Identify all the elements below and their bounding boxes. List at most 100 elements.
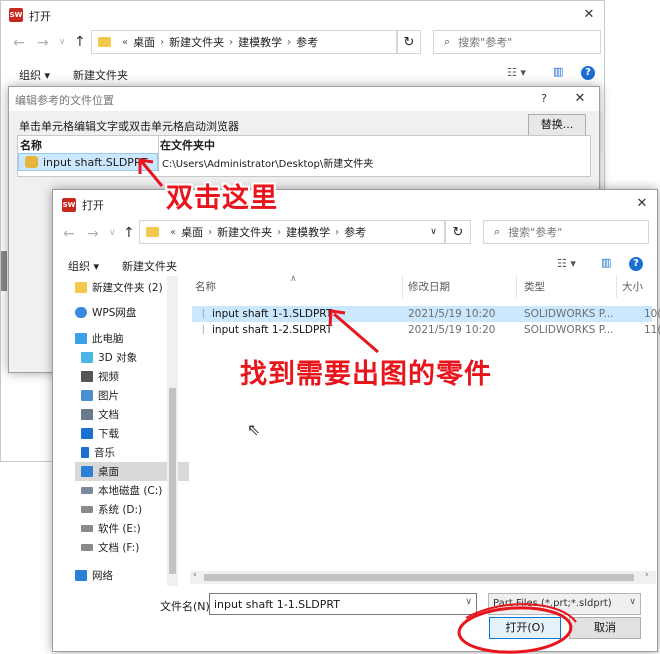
file-list-hscrollbar[interactable]: ‹ › <box>190 570 656 584</box>
mouse-cursor-icon: ⇖ <box>247 420 261 439</box>
file-name: input shaft 1-2.SLDPRT <box>212 324 333 336</box>
help-icon[interactable]: ? <box>581 66 595 80</box>
breadcrumb-separator-icon[interactable]: › <box>208 227 212 238</box>
front-new-folder-button[interactable]: 新建文件夹 <box>122 258 177 274</box>
back-refresh-button[interactable]: ↻ <box>397 30 421 54</box>
back-organize-menu[interactable]: 组织 ▾ <box>19 67 50 83</box>
column-header-name[interactable]: 名称 <box>195 276 216 298</box>
close-icon[interactable]: ✕ <box>574 1 604 29</box>
scroll-left-chevron-icon[interactable]: ‹ <box>193 570 197 580</box>
preview-pane-icon[interactable]: ▥ <box>601 256 611 269</box>
file-name: input shaft 1-1.SLDPRT <box>212 308 333 320</box>
filename-input[interactable]: input shaft 1-1.SLDPRT ∨ <box>209 593 477 615</box>
view-options-icon[interactable]: ☷ ▾ <box>507 66 526 79</box>
chevron-down-icon[interactable]: ∨ <box>629 597 636 607</box>
replace-button[interactable]: 替换... <box>528 114 586 136</box>
breadcrumb-item[interactable]: 建模教学 <box>286 224 330 240</box>
column-divider <box>516 276 517 298</box>
breadcrumb-item[interactable]: 新建文件夹 <box>217 224 272 240</box>
nav-item-label: 图片 <box>98 390 119 402</box>
breadcrumb-item[interactable]: 桌面 <box>133 34 155 50</box>
ref-col-header-folder: 在文件夹中 <box>160 139 215 152</box>
drive-icon <box>81 544 93 551</box>
scroll-thumb[interactable] <box>204 574 634 581</box>
breadcrumb-item[interactable]: 参考 <box>296 34 318 50</box>
back-search-input[interactable]: ⌕ 搜索"参考" <box>433 30 601 54</box>
column-header-type[interactable]: 类型 <box>524 276 545 298</box>
ref-dialog-title: 编辑参考的文件位置 <box>15 94 114 107</box>
breadcrumb-item[interactable]: 建模教学 <box>238 34 282 50</box>
part-file-icon: ᛁ <box>200 324 207 336</box>
front-search-input[interactable]: ⌕ 搜索"参考" <box>483 220 649 244</box>
file-row[interactable]: ᛁ input shaft 1-1.SLDPRT 2021/5/19 10:20… <box>192 306 660 322</box>
nav-item-label: 文档 (F:) <box>98 542 140 554</box>
annotation-double-click: 双击这里 <box>166 183 278 214</box>
back-address-bar[interactable]: « 桌面 › 新建文件夹 › 建模教学 › 参考 <box>91 30 397 54</box>
nav-item-label: 新建文件夹 (2) <box>92 282 163 294</box>
forward-arrow-icon[interactable]: → <box>37 35 49 51</box>
open-button[interactable]: 打开(O) <box>489 617 561 639</box>
filetype-select[interactable]: Part Files (*.prt;*.sldprt) ∨ <box>488 593 641 615</box>
nav-item-label: 本地磁盘 (C:) <box>98 485 163 497</box>
column-divider <box>616 276 617 298</box>
ref-row-folder-cell[interactable]: C:\Users\Administrator\Desktop\新建文件夹 <box>162 155 373 170</box>
nav-item-label: 音乐 <box>94 447 115 459</box>
breadcrumb-separator-icon[interactable]: › <box>287 37 291 48</box>
up-arrow-icon[interactable]: ↑ <box>74 34 86 50</box>
breadcrumb-separator-icon[interactable]: › <box>335 227 339 238</box>
close-icon[interactable]: ✕ <box>565 87 595 111</box>
breadcrumb-separator-icon[interactable]: › <box>277 227 281 238</box>
breadcrumb-separator-icon[interactable]: › <box>160 37 164 48</box>
file-date: 2021/5/19 10:20 <box>408 324 496 336</box>
back-left-scroll-stub <box>1 251 7 291</box>
overflow-chevron-icon[interactable]: « <box>122 37 128 48</box>
solidworks-app-icon: SW <box>9 8 23 22</box>
help-icon[interactable]: ? <box>629 257 643 271</box>
ref-titlebar: 编辑参考的文件位置 ? ✕ <box>9 87 599 111</box>
help-icon[interactable]: ? <box>529 87 559 111</box>
recent-chevron-icon[interactable]: ∨ <box>109 228 116 238</box>
scroll-thumb[interactable] <box>169 388 176 574</box>
drive-icon <box>81 525 93 532</box>
forward-arrow-icon[interactable]: → <box>87 226 99 242</box>
close-icon[interactable]: ✕ <box>627 190 657 218</box>
solidworks-app-icon: SW <box>62 198 76 212</box>
up-arrow-icon[interactable]: ↑ <box>123 225 135 241</box>
front-organize-menu[interactable]: 组织 ▾ <box>68 258 99 274</box>
recent-chevron-icon[interactable]: ∨ <box>59 37 66 47</box>
cancel-button[interactable]: 取消 <box>569 617 641 639</box>
view-options-icon[interactable]: ☷ ▾ <box>557 257 576 270</box>
file-size: 10( <box>644 308 660 320</box>
file-row[interactable]: ᛁ input shaft 1-2.SLDPRT 2021/5/19 10:20… <box>192 322 660 338</box>
front-address-bar[interactable]: « 桌面 › 新建文件夹 › 建模教学 › 参考 <box>139 220 445 244</box>
cube-icon <box>81 352 93 363</box>
back-arrow-icon[interactable]: ← <box>13 35 25 51</box>
ref-row-name-cell[interactable]: input shaft.SLDPRT <box>18 153 158 171</box>
overflow-chevron-icon[interactable]: « <box>170 227 176 238</box>
preview-pane-icon[interactable]: ▥ <box>553 65 563 78</box>
search-placeholder: 搜索"参考" <box>508 226 563 239</box>
file-type: SOLIDWORKS P... <box>524 324 614 336</box>
search-icon: ⌕ <box>444 35 451 48</box>
front-address-dropdown[interactable]: ∨ <box>423 220 445 244</box>
chevron-down-icon[interactable]: ∨ <box>465 597 472 607</box>
nav-item-label: 网络 <box>92 570 113 582</box>
ref-row-name: input shaft.SLDPRT <box>43 155 148 169</box>
back-arrow-icon[interactable]: ← <box>63 226 75 242</box>
back-titlebar: SW 打开 ✕ <box>1 1 604 29</box>
nav-pane-scrollbar[interactable] <box>167 276 178 586</box>
column-header-date[interactable]: 修改日期 <box>408 276 450 298</box>
back-new-folder-button[interactable]: 新建文件夹 <box>73 67 128 83</box>
breadcrumb-separator-icon[interactable]: › <box>229 37 233 48</box>
scroll-right-chevron-icon[interactable]: › <box>645 570 649 580</box>
breadcrumb-item[interactable]: 参考 <box>344 224 366 240</box>
computer-icon <box>75 333 87 344</box>
filename-label: 文件名(N): <box>160 600 214 613</box>
network-icon <box>75 570 87 581</box>
breadcrumb-item[interactable]: 桌面 <box>181 224 203 240</box>
nav-item-label: WPS网盘 <box>92 307 137 319</box>
column-header-size[interactable]: 大小 <box>622 276 643 298</box>
breadcrumb-item[interactable]: 新建文件夹 <box>169 34 224 50</box>
front-refresh-button[interactable]: ↻ <box>445 220 471 244</box>
nav-item-label: 此电脑 <box>92 333 124 345</box>
